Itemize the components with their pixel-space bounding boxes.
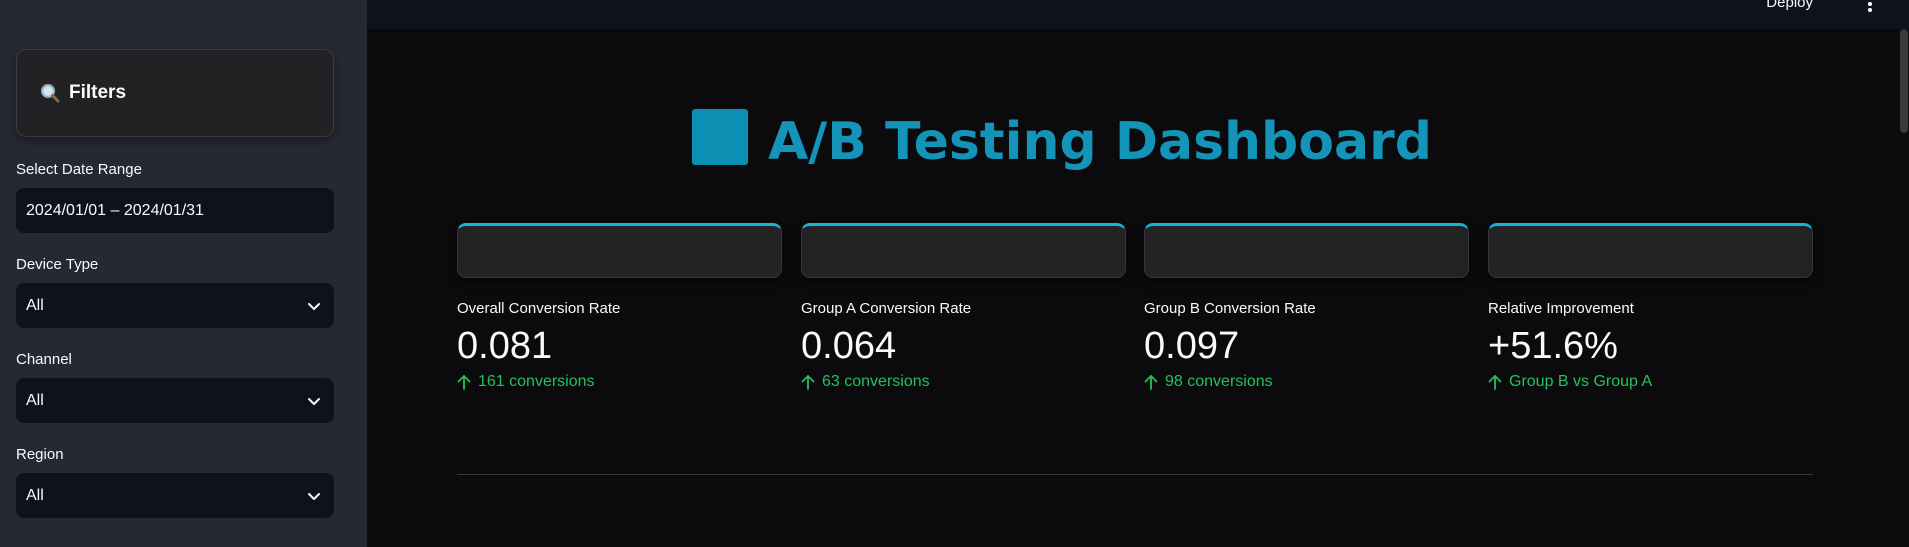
region-label: Region bbox=[16, 446, 64, 463]
top-header: Deploy bbox=[367, 0, 1909, 29]
metric-card-header bbox=[1488, 223, 1813, 278]
metric-delta: 98 conversions bbox=[1144, 373, 1469, 391]
metric-delta-text: Group B vs Group A bbox=[1509, 373, 1653, 390]
metric-card-header bbox=[457, 223, 782, 278]
chevron-down-icon bbox=[308, 397, 320, 405]
page-title-text: A/B Testing Dashboard bbox=[768, 112, 1432, 172]
date-range-value: 2024/01/01 – 2024/01/31 bbox=[26, 201, 204, 219]
filters-title: Filters bbox=[69, 82, 127, 103]
vertical-scrollbar[interactable] bbox=[1900, 29, 1908, 133]
metric-label: Overall Conversion Rate bbox=[457, 300, 621, 317]
chevron-down-icon bbox=[308, 492, 320, 500]
kebab-menu-icon[interactable] bbox=[1867, 0, 1873, 14]
sidebar: Filters Select Date Range 2024/01/01 – 2… bbox=[0, 0, 367, 547]
metric-relative-improvement: Relative Improvement +51.6% Group B vs G… bbox=[1488, 223, 1813, 391]
metric-delta: 161 conversions bbox=[457, 373, 782, 391]
metric-value: +51.6% bbox=[1488, 325, 1618, 367]
metric-value: 0.064 bbox=[801, 325, 897, 367]
metrics-row: Overall Conversion Rate 0.081 161 conver… bbox=[457, 223, 1813, 443]
device-type-select[interactable]: All bbox=[16, 283, 334, 328]
metric-overall-conversion: Overall Conversion Rate 0.081 161 conver… bbox=[457, 223, 782, 391]
metric-card-header bbox=[1144, 223, 1469, 278]
metric-card-header bbox=[801, 223, 1126, 278]
device-type-value: All bbox=[26, 296, 44, 314]
main-content: A/B Testing Dashboard Overall Conversion… bbox=[367, 29, 1909, 547]
metric-delta: 63 conversions bbox=[801, 373, 1126, 391]
metric-label: Group B Conversion Rate bbox=[1144, 300, 1316, 317]
date-range-label: Select Date Range bbox=[16, 161, 142, 178]
region-select[interactable]: All bbox=[16, 473, 334, 518]
device-type-label: Device Type bbox=[16, 256, 99, 273]
app-window: Filters Select Date Range 2024/01/01 – 2… bbox=[0, 0, 1909, 547]
arrow-up-icon bbox=[1488, 375, 1502, 390]
metric-label: Relative Improvement bbox=[1488, 300, 1634, 317]
metric-label: Group A Conversion Rate bbox=[801, 300, 972, 317]
channel-select[interactable]: All bbox=[16, 378, 334, 423]
metric-delta-text: 63 conversions bbox=[822, 373, 930, 390]
date-range-input[interactable]: 2024/01/01 – 2024/01/31 bbox=[16, 188, 334, 233]
filters-card: Filters bbox=[16, 49, 334, 137]
metric-group-a-conversion: Group A Conversion Rate 0.064 63 convers… bbox=[801, 223, 1126, 391]
arrow-up-icon bbox=[801, 375, 815, 390]
magnifier-icon bbox=[41, 84, 60, 103]
blue-square-icon bbox=[692, 109, 749, 165]
region-value: All bbox=[26, 486, 44, 504]
deploy-button[interactable]: Deploy bbox=[1766, 0, 1813, 11]
metric-value: 0.081 bbox=[457, 325, 553, 367]
channel-value: All bbox=[26, 391, 44, 409]
section-divider bbox=[457, 474, 1813, 475]
metric-group-b-conversion: Group B Conversion Rate 0.097 98 convers… bbox=[1144, 223, 1469, 391]
arrow-up-icon bbox=[1144, 375, 1158, 390]
metric-delta: Group B vs Group A bbox=[1488, 373, 1813, 391]
metric-delta-text: 98 conversions bbox=[1165, 373, 1273, 390]
metric-value: 0.097 bbox=[1144, 325, 1240, 367]
channel-label: Channel bbox=[16, 351, 72, 368]
chevron-down-icon bbox=[308, 302, 320, 310]
metric-delta-text: 161 conversions bbox=[478, 373, 595, 390]
page-title: A/B Testing Dashboard bbox=[367, 109, 1757, 172]
arrow-up-icon bbox=[457, 375, 471, 390]
